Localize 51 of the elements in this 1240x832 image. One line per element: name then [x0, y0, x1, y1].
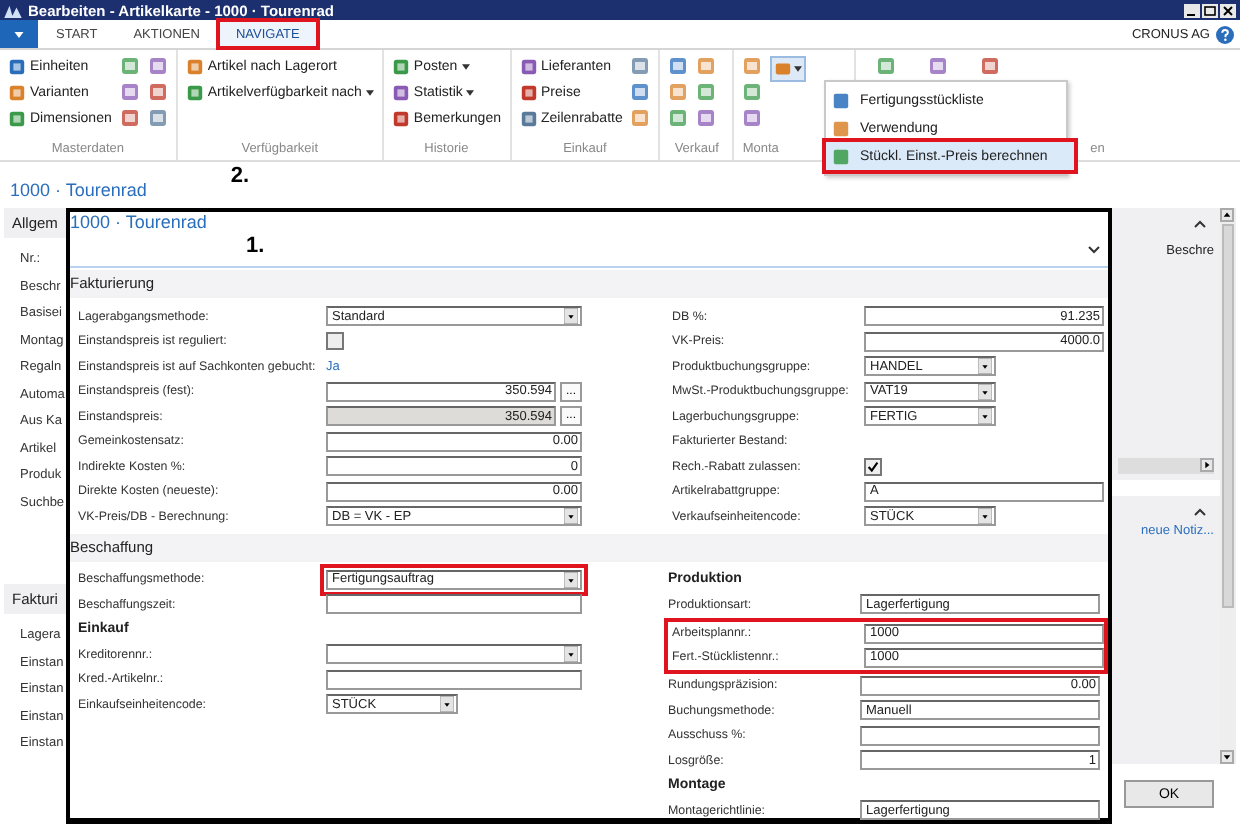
caret-icon	[466, 90, 475, 96]
dropdown-arrow-icon[interactable]	[564, 508, 578, 525]
command-icon[interactable]	[147, 56, 168, 76]
dropdown-arrow-icon[interactable]	[564, 308, 578, 325]
dropdown-arrow-icon[interactable]	[978, 408, 992, 425]
command-icon[interactable]	[696, 108, 717, 128]
minimize-icon[interactable]	[1184, 3, 1200, 17]
command-icon[interactable]	[980, 56, 1001, 76]
chevron-down-icon[interactable]	[1088, 245, 1100, 253]
scrollbar[interactable]	[1220, 208, 1236, 764]
dropdown-button[interactable]	[770, 56, 807, 82]
caret-icon	[14, 31, 24, 37]
input-field[interactable]	[326, 669, 582, 690]
app-menu-button[interactable]	[0, 20, 38, 48]
command-icon[interactable]	[668, 56, 689, 76]
command-icon[interactable]	[630, 82, 651, 102]
command-icon[interactable]	[928, 56, 949, 76]
close-icon[interactable]	[1220, 3, 1236, 17]
arrow-right-icon[interactable]	[1200, 458, 1214, 472]
checkbox[interactable]	[864, 457, 882, 476]
caret-icon	[365, 90, 374, 96]
caret-icon	[461, 64, 470, 70]
caret-icon	[794, 66, 803, 72]
command-icon[interactable]	[119, 108, 140, 128]
arrow-down-icon[interactable]	[1220, 750, 1234, 764]
dropdown-arrow-icon[interactable]	[440, 696, 454, 713]
dropdown-arrow-icon[interactable]	[978, 358, 992, 375]
collapse-icon[interactable]	[1194, 508, 1206, 516]
maximize-icon[interactable]	[1202, 3, 1218, 17]
page-title: 1000 · Tourenrad	[10, 180, 147, 200]
checkbox[interactable]	[326, 332, 344, 351]
command-icon[interactable]	[119, 82, 140, 102]
dropdown-arrow-icon[interactable]	[564, 646, 578, 663]
scrollbar[interactable]	[1118, 458, 1214, 474]
input-field[interactable]	[326, 594, 582, 615]
help-icon[interactable]	[1216, 25, 1234, 43]
step-number: 2.	[230, 164, 250, 188]
command-icon	[774, 60, 793, 78]
dropdown-arrow-icon[interactable]	[978, 508, 992, 525]
command-icon[interactable]	[742, 108, 763, 128]
command-icon[interactable]	[147, 108, 168, 128]
dropdown-arrow-icon[interactable]	[978, 383, 992, 400]
command-icon[interactable]	[630, 56, 651, 76]
collapse-icon[interactable]	[1194, 220, 1206, 228]
step-number: 1.	[246, 234, 265, 258]
command-icon[interactable]	[147, 82, 168, 102]
arrow-up-icon[interactable]	[1220, 208, 1234, 222]
input-field[interactable]	[860, 725, 1100, 746]
dialog-title: 1000 · Tourenrad	[70, 212, 209, 234]
dropdown-field[interactable]	[326, 644, 582, 665]
dropdown-arrow-icon[interactable]	[564, 571, 578, 588]
